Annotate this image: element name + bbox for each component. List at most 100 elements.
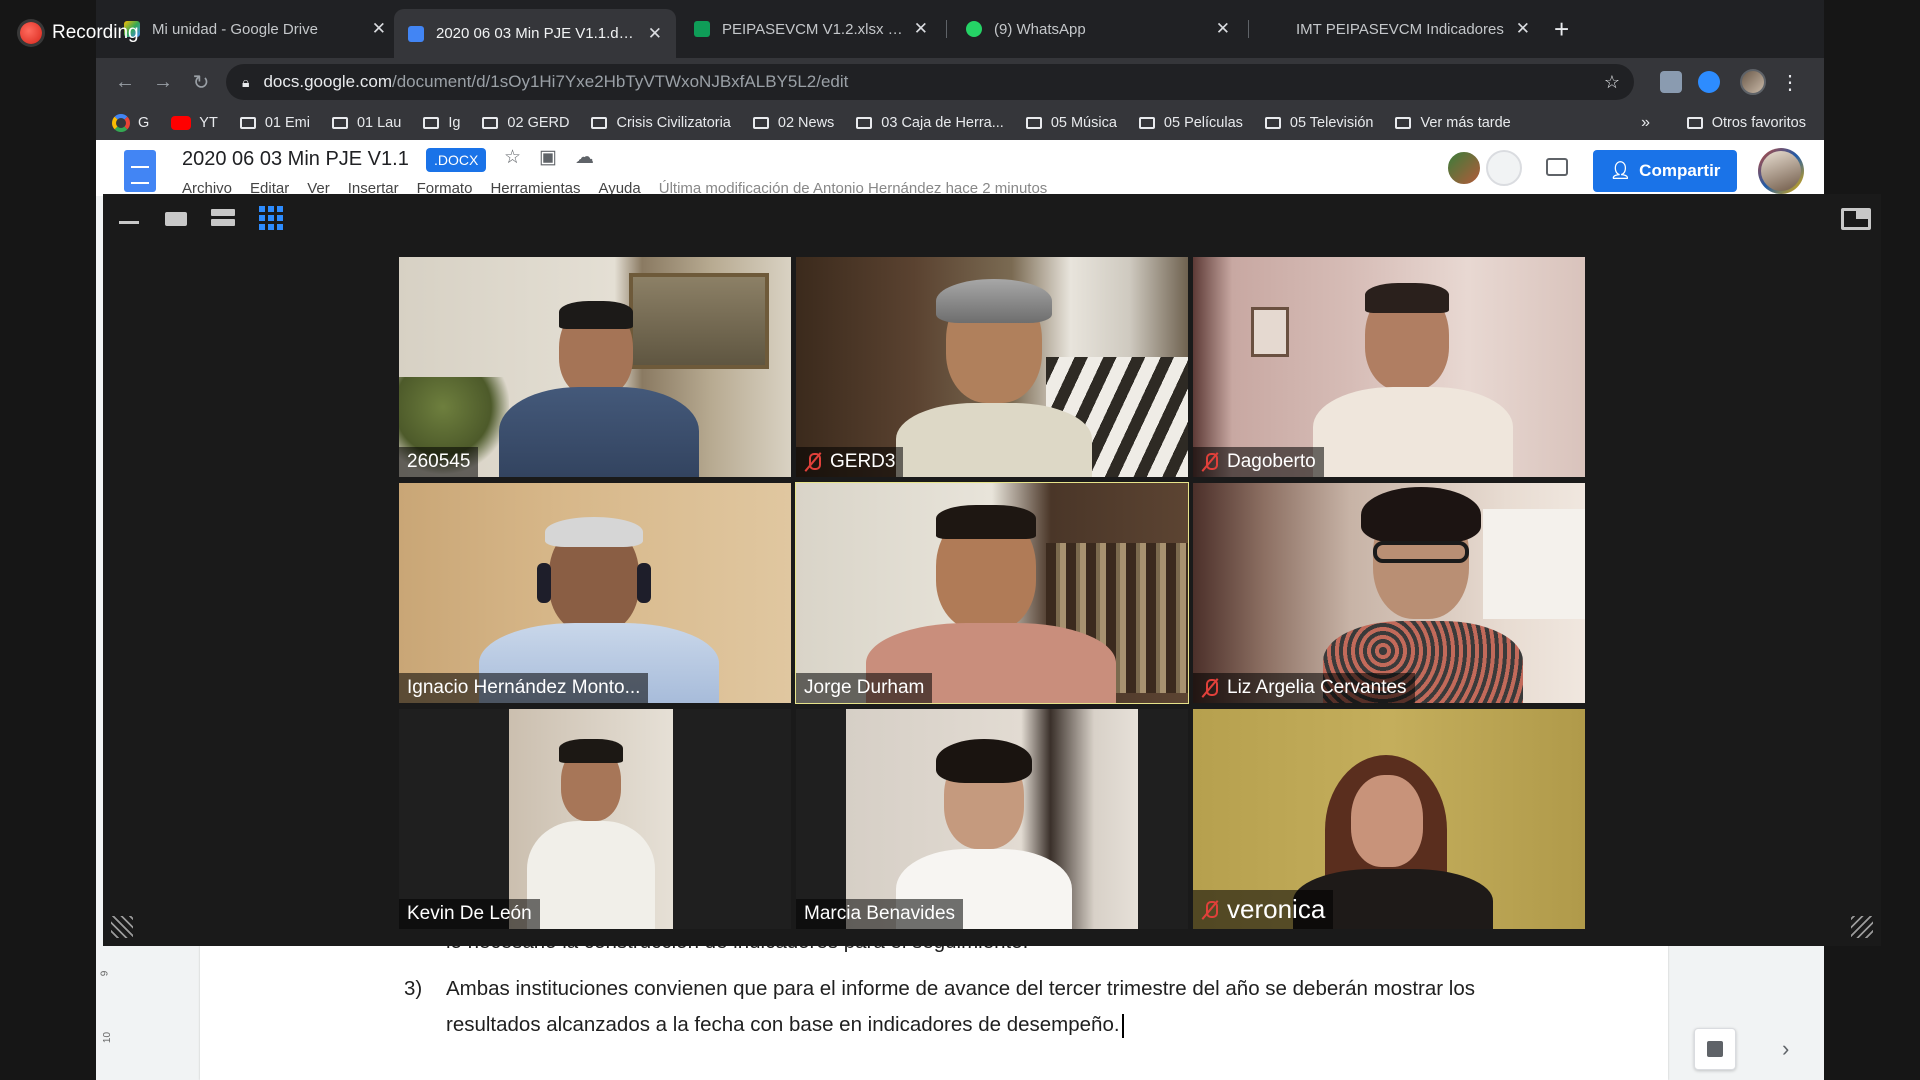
tab-sheets[interactable]: PEIPASEVCM V1.2.xlsx - Hojas ✕ <box>680 9 942 49</box>
bookmark-star-icon[interactable]: ☆ <box>1604 72 1620 93</box>
screen: Recording Mi unidad - Google Drive ✕ 202… <box>0 0 1920 1080</box>
bookmark-folder[interactable]: 01 Emi <box>239 115 310 131</box>
bookmark-label: 05 Películas <box>1163 115 1243 131</box>
profile-avatar[interactable] <box>1740 69 1766 95</box>
tab-docs-document[interactable]: 2020 06 03 Min PJE V1.1.docx ✕ <box>394 9 676 58</box>
bookmark-folder[interactable]: 05 Películas <box>1138 115 1243 131</box>
video-tile[interactable]: 260545 <box>399 257 791 477</box>
bookmark-google[interactable]: G <box>112 114 149 132</box>
close-icon[interactable]: ✕ <box>648 24 662 44</box>
new-tab-icon[interactable]: + <box>1554 14 1569 45</box>
close-icon[interactable]: ✕ <box>1516 19 1530 39</box>
bookmark-folder[interactable]: 02 GERD <box>482 115 569 131</box>
google-docs-logo-icon[interactable] <box>124 150 156 192</box>
tab-whatsapp[interactable]: (9) WhatsApp ✕ <box>952 9 1244 49</box>
exit-floating-icon[interactable] <box>1841 208 1871 230</box>
folder-icon <box>856 117 873 129</box>
bookmark-label: 02 GERD <box>507 115 570 131</box>
close-icon[interactable]: ✕ <box>1216 19 1230 39</box>
zoom-view-controls <box>117 206 283 230</box>
share-button[interactable]: 👤︎ Compartir <box>1593 150 1737 192</box>
bookmark-folder[interactable]: Ver más tarde <box>1395 115 1511 131</box>
bookmark-youtube[interactable]: YT <box>171 115 218 131</box>
reload-icon[interactable]: ↻ <box>182 70 220 95</box>
strip-view-icon[interactable] <box>211 209 235 227</box>
tab-title: 2020 06 03 Min PJE V1.1.docx <box>436 25 640 42</box>
bookmark-folder[interactable]: 02 News <box>752 115 834 131</box>
video-tile[interactable]: Kevin De León <box>399 709 791 929</box>
docx-badge: .DOCX <box>426 148 487 172</box>
ruler-number: 10 <box>102 1031 114 1044</box>
google-docs-icon <box>408 25 424 42</box>
video-tile[interactable]: GERD3 <box>796 257 1188 477</box>
bookmark-label: 03 Caja de Herra... <box>881 115 1004 131</box>
folder-icon <box>239 117 256 129</box>
vertical-ruler: 9 10 <box>96 930 196 1080</box>
minimize-icon[interactable] <box>117 209 141 227</box>
back-icon[interactable]: ← <box>106 71 144 94</box>
explore-button[interactable] <box>1694 1028 1736 1070</box>
video-tile[interactable]: veronica <box>1193 709 1585 929</box>
collaborator-avatars <box>1446 150 1522 186</box>
close-icon[interactable]: ✕ <box>914 19 928 39</box>
bookmark-label: YT <box>199 115 218 131</box>
star-icon[interactable]: ☆ <box>504 146 521 169</box>
address-bar[interactable]: 🔒︎ docs.google.com/document/d/1sOy1Hi7Yx… <box>226 64 1634 100</box>
bookmark-folder[interactable]: 03 Caja de Herra... <box>856 115 1004 131</box>
cloud-status-icon[interactable]: ☁ <box>575 146 594 169</box>
zoom-meeting-window: 260545 GERD3 Dagoberto Ignacio Hernández… <box>103 194 1881 946</box>
bookmarks-bar: G YT 01 Emi 01 Lau Ig 02 GERD Crisis Civ… <box>96 106 1824 140</box>
bookmark-folder[interactable]: 05 Música <box>1025 115 1117 131</box>
other-bookmarks[interactable]: Otros favoritos <box>1686 115 1806 131</box>
whatsapp-icon <box>966 21 982 37</box>
video-tile[interactable]: Liz Argelia Cervantes <box>1193 483 1585 703</box>
move-folder-icon[interactable]: ▣ <box>539 146 557 169</box>
comment-icon[interactable] <box>1546 158 1568 176</box>
video-tile[interactable]: Ignacio Hernández Monto... <box>399 483 791 703</box>
resize-handle-icon[interactable] <box>111 916 133 938</box>
tab-separator <box>1248 20 1249 38</box>
bookmark-folder[interactable]: 01 Lau <box>331 115 401 131</box>
other-bookmarks-label: Otros favoritos <box>1711 115 1806 131</box>
document-text: resultados alcanzados a la fecha con bas… <box>446 1013 1120 1036</box>
tab-favicon <box>1268 21 1284 37</box>
tab-imt-indicadores[interactable]: IMT PEIPASEVCM Indicadores ✕ <box>1254 9 1544 49</box>
participant-name-tag: veronica <box>1193 890 1334 929</box>
folder-icon <box>1264 117 1281 129</box>
folder-icon <box>591 117 608 129</box>
chevron-right-icon[interactable]: › <box>1782 1036 1789 1062</box>
account-avatar[interactable] <box>1758 148 1804 194</box>
google-icon <box>112 114 130 132</box>
bookmark-folder[interactable]: 05 Televisión <box>1264 115 1373 131</box>
bookmark-label: G <box>138 115 150 131</box>
collaborator-avatar[interactable] <box>1446 150 1482 186</box>
video-tile[interactable]: Dagoberto <box>1193 257 1585 477</box>
tab-title: (9) WhatsApp <box>994 20 1086 38</box>
bookmark-label: 05 Música <box>1050 115 1117 131</box>
folder-icon <box>423 117 440 129</box>
meet-present-icon[interactable] <box>1486 150 1522 186</box>
bookmarks-overflow-icon[interactable]: » <box>1641 114 1650 132</box>
zoom-extension-icon[interactable] <box>1698 71 1720 93</box>
bookmark-folder[interactable]: Crisis Civilizatoria <box>591 115 731 131</box>
recording-label: Recording <box>52 22 139 43</box>
close-icon[interactable]: ✕ <box>372 19 386 39</box>
gallery-view-icon[interactable] <box>259 206 283 230</box>
tab-google-drive[interactable]: Mi unidad - Google Drive ✕ <box>110 9 400 49</box>
bookmark-label: 01 Emi <box>264 115 310 131</box>
url-host: docs.google.com <box>263 72 392 91</box>
video-tile[interactable]: Marcia Benavides <box>796 709 1188 929</box>
recording-indicator: Recording <box>20 22 139 44</box>
video-tile-active-speaker[interactable]: Jorge Durham <box>795 482 1189 704</box>
document-page[interactable]: lo necesario la construcción de indicado… <box>200 930 1668 1080</box>
bookmark-folder[interactable]: Ig <box>423 115 460 131</box>
speaker-view-icon[interactable] <box>165 212 187 226</box>
document-title[interactable]: 2020 06 03 Min PJE V1.1 <box>182 148 409 171</box>
folder-icon <box>1395 117 1412 129</box>
resize-handle-icon[interactable] <box>1851 916 1873 938</box>
dropbox-icon[interactable] <box>1660 71 1682 93</box>
participant-name: Dagoberto <box>1227 451 1316 472</box>
url-path: /document/d/1sOy1Hi7Yxe2HbTyVTWxoNJBxfAL… <box>391 72 849 91</box>
menu-kebab-icon[interactable]: ⋮ <box>1780 70 1800 95</box>
forward-icon[interactable]: → <box>144 71 182 94</box>
